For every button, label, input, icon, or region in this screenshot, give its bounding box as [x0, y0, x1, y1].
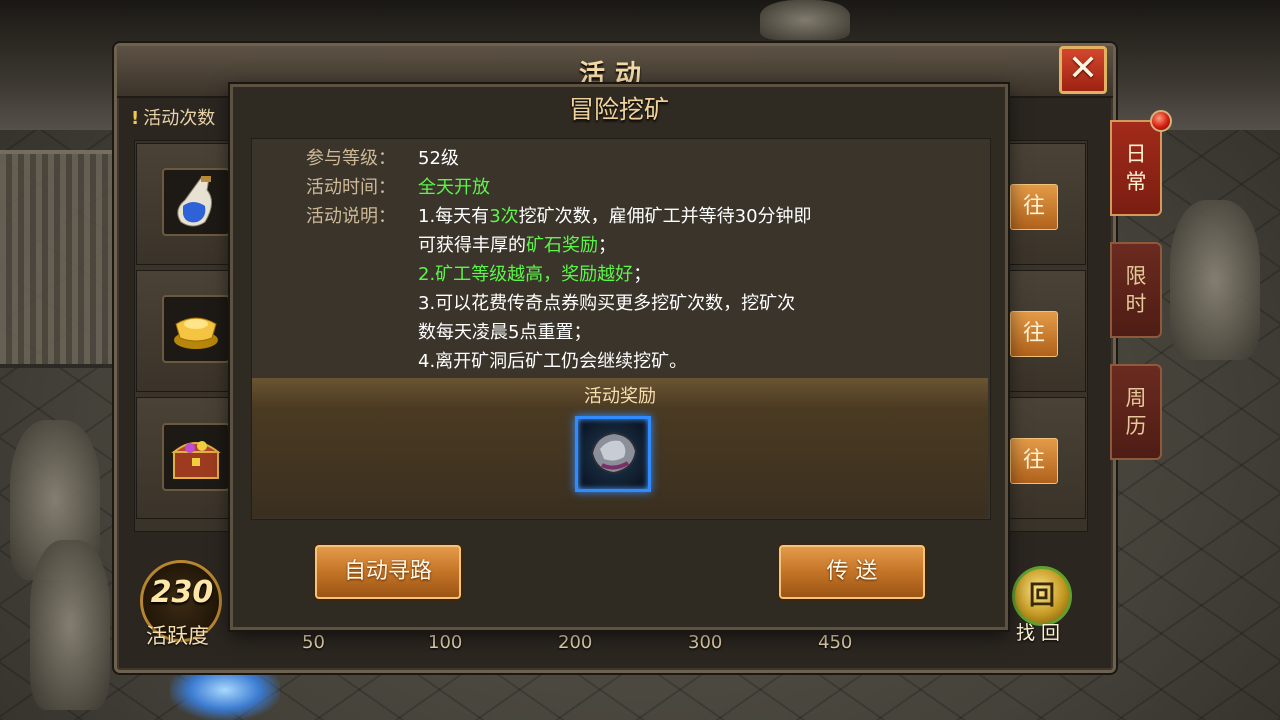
- close-button[interactable]: ✕: [1059, 46, 1107, 94]
- teleport-button[interactable]: 传 送: [779, 545, 925, 599]
- gold-ingot-icon: [162, 295, 230, 363]
- tab-daily[interactable]: 日常: [1110, 120, 1162, 216]
- milestone-label: 50: [302, 632, 325, 653]
- description-line: 可获得丰厚的矿石奖励；: [418, 235, 616, 256]
- background-carved-wall: [0, 150, 120, 368]
- description-line: 4.离开矿洞后矿工仍会继续挖矿。: [418, 351, 688, 372]
- goto-button[interactable]: 往: [1010, 438, 1058, 484]
- milestone-label: 100: [428, 632, 463, 653]
- background-statue: [760, 0, 850, 40]
- close-icon: ✕: [1067, 48, 1099, 89]
- reward-item-slot[interactable]: [575, 416, 651, 492]
- activity-count-label: ! 活动次数: [131, 108, 216, 129]
- goto-button[interactable]: 往: [1010, 184, 1058, 230]
- description-line: 2.矿工等级越高，奖励越好；: [418, 264, 652, 285]
- level-value: 52级: [418, 148, 459, 169]
- time-value: 全天开放: [418, 177, 490, 198]
- milestone-label: 200: [558, 632, 593, 653]
- time-key: 活动时间：: [306, 177, 396, 198]
- tab-limited-time[interactable]: 限时: [1110, 242, 1162, 338]
- retrieve-button-label[interactable]: 找回: [1016, 618, 1066, 645]
- reward-title: 活动奖励: [584, 386, 656, 407]
- tab-weekly-calendar[interactable]: 周历: [1110, 364, 1162, 460]
- treasure-chest-icon: [162, 423, 230, 491]
- potion-bottle-icon: [162, 168, 230, 236]
- activity-points-label: 活跃度: [146, 624, 209, 648]
- description-line: 数每天凌晨5点重置；: [418, 322, 592, 343]
- level-key: 参与等级：: [306, 148, 396, 169]
- milestone-label: 300: [688, 632, 723, 653]
- background-statue: [30, 540, 110, 710]
- description-line: 1.每天有3次挖矿次数，雇佣矿工并等待30分钟即: [418, 206, 812, 227]
- goto-button[interactable]: 往: [1010, 311, 1058, 357]
- exclamation-icon: !: [131, 108, 140, 129]
- auto-pathfind-button[interactable]: 自动寻路: [315, 545, 461, 599]
- ore-stone-icon: [590, 431, 638, 475]
- background-horse-statue: [1170, 200, 1260, 360]
- description-line: 3.可以花费传奇点券购买更多挖矿次数，挖矿次: [418, 293, 796, 314]
- notification-dot-icon: [1150, 110, 1172, 132]
- retrieve-coin-icon[interactable]: 回: [1012, 566, 1072, 626]
- activity-points-value: 230: [150, 575, 214, 610]
- milestone-label: 450: [818, 632, 853, 653]
- dialog-title: 冒险挖矿: [568, 95, 669, 124]
- description-key: 活动说明：: [306, 206, 396, 227]
